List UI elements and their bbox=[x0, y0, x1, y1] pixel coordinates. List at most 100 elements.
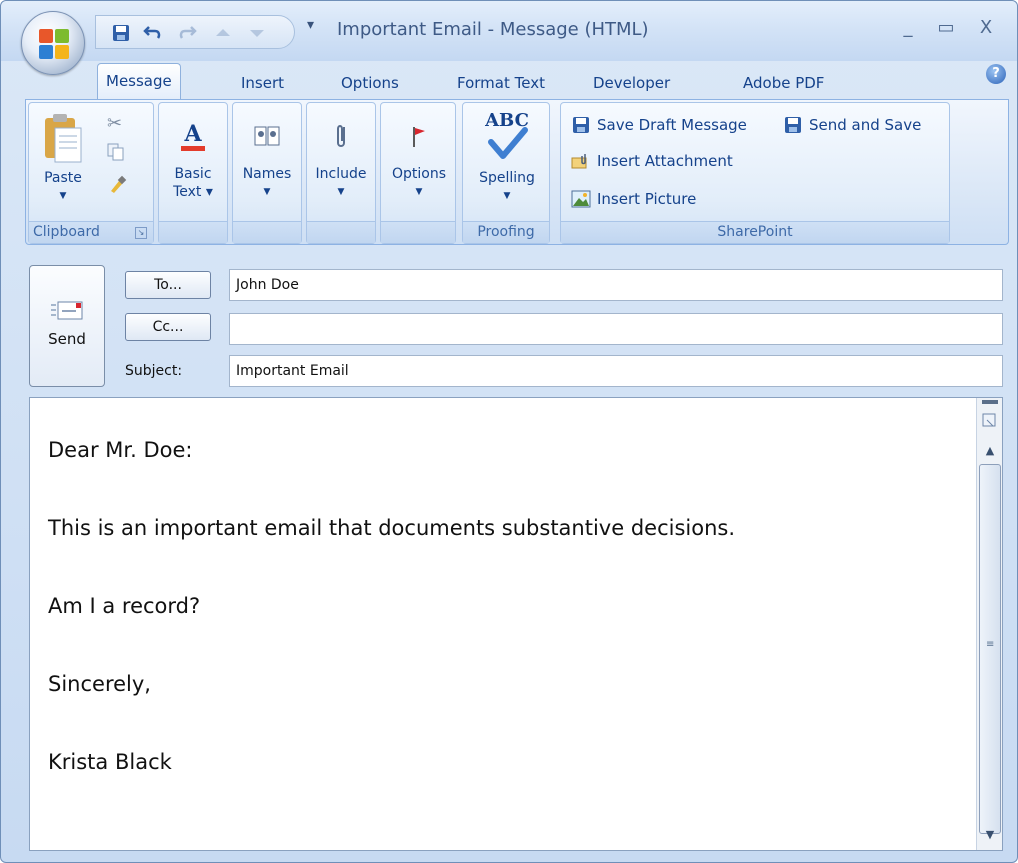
to-button[interactable]: To... bbox=[125, 271, 211, 299]
proofing-group-label: Proofing bbox=[463, 221, 549, 243]
names-group: Names ▼ bbox=[232, 102, 302, 244]
minimize-button[interactable]: _ bbox=[891, 13, 925, 43]
save-draft-label: Save Draft Message bbox=[597, 116, 747, 134]
send-and-save-label: Send and Save bbox=[809, 116, 922, 134]
include-group: Include ▼ bbox=[306, 102, 376, 244]
ribbon: Paste ▼ ✂ Clipboard ↘ A Basic Text ▾ Nam… bbox=[25, 99, 1009, 245]
body-paragraph-content: This is an important email that document… bbox=[48, 516, 736, 540]
scroll-up-arrow-icon[interactable]: ▲ bbox=[981, 442, 999, 460]
spelling-dropdown-icon[interactable]: ▼ bbox=[473, 187, 541, 205]
basic-text-label-1: Basic bbox=[174, 166, 212, 182]
customize-toolbar-icon[interactable]: ▾ bbox=[307, 17, 314, 33]
paste-icon bbox=[35, 111, 91, 165]
clipboard-launcher-icon[interactable]: ↘ bbox=[135, 227, 147, 239]
insert-attachment-button[interactable]: Insert Attachment bbox=[571, 151, 733, 171]
tab-adobe-pdf[interactable]: Adobe PDF bbox=[735, 67, 832, 99]
close-button[interactable]: X bbox=[969, 13, 1003, 43]
names-dropdown-icon[interactable]: ▼ bbox=[239, 183, 295, 201]
help-icon[interactable]: ? bbox=[986, 64, 1006, 84]
svg-text:A: A bbox=[183, 121, 202, 147]
body-paragraph-question: Am I a record? bbox=[48, 594, 201, 618]
send-button[interactable]: Send bbox=[29, 265, 105, 387]
tab-message[interactable]: Message bbox=[97, 63, 181, 99]
abc-glyph: ABC bbox=[484, 110, 529, 131]
cc-field[interactable] bbox=[229, 313, 1003, 345]
scroll-down-arrow-icon[interactable]: ▼ bbox=[981, 826, 999, 844]
office-button[interactable] bbox=[21, 11, 85, 75]
scrollbar-thumb[interactable]: ≡ bbox=[979, 464, 1001, 834]
tab-format-text[interactable]: Format Text bbox=[449, 67, 553, 99]
redo-icon[interactable] bbox=[176, 22, 198, 44]
names-button[interactable]: Names ▼ bbox=[239, 111, 295, 201]
font-color-icon: A bbox=[165, 111, 221, 161]
save-draft-message-button[interactable]: Save Draft Message bbox=[571, 115, 747, 135]
options-dropdown-icon[interactable]: ▼ bbox=[389, 183, 449, 201]
message-header: Send To... John Doe Cc... Subject: Impor… bbox=[25, 257, 1009, 393]
send-label: Send bbox=[48, 330, 86, 348]
tab-options[interactable]: Options bbox=[333, 67, 407, 99]
next-item-icon[interactable] bbox=[246, 22, 268, 44]
copy-icon[interactable] bbox=[107, 143, 125, 161]
options-group: Options ▼ bbox=[380, 102, 456, 244]
basic-text-group-label bbox=[159, 221, 227, 243]
format-painter-icon[interactable] bbox=[107, 175, 127, 195]
save-draft-icon bbox=[571, 115, 591, 135]
subject-label: Subject: bbox=[125, 363, 183, 379]
basic-text-button[interactable]: A Basic Text ▾ bbox=[165, 111, 221, 201]
cut-icon[interactable]: ✂ bbox=[107, 113, 122, 134]
body-paragraph-greeting: Dear Mr. Doe: bbox=[48, 438, 193, 462]
include-group-label bbox=[307, 221, 375, 243]
clipboard-group: Paste ▼ ✂ Clipboard ↘ bbox=[28, 102, 154, 244]
insert-picture-label: Insert Picture bbox=[597, 190, 697, 208]
spelling-button[interactable]: ABC Spelling ▼ bbox=[473, 107, 541, 205]
basic-text-label-2: Text ▾ bbox=[173, 184, 213, 200]
subject-field[interactable]: Important Email bbox=[229, 355, 1003, 387]
previous-item-icon[interactable] bbox=[212, 22, 234, 44]
undo-icon[interactable] bbox=[142, 22, 164, 44]
options-group-label bbox=[381, 221, 455, 243]
sharepoint-group: Save Draft Message Send and Save Insert … bbox=[560, 102, 950, 244]
to-field[interactable]: John Doe bbox=[229, 269, 1003, 301]
paste-label: Paste bbox=[44, 170, 82, 186]
insert-attachment-label: Insert Attachment bbox=[597, 152, 733, 170]
tab-developer[interactable]: Developer bbox=[585, 67, 678, 99]
maximize-button[interactable]: ▭ bbox=[929, 13, 963, 43]
body-paragraph-signature: Krista Black bbox=[48, 750, 172, 774]
insert-picture-icon bbox=[571, 189, 591, 209]
spelling-label: Spelling bbox=[479, 170, 535, 186]
flag-icon bbox=[389, 111, 449, 161]
paperclip-icon bbox=[313, 111, 369, 161]
cc-button[interactable]: Cc... bbox=[125, 313, 211, 341]
scrollbar-grip-icon: ≡ bbox=[986, 639, 995, 650]
sharepoint-group-label: SharePoint bbox=[561, 221, 949, 243]
include-dropdown-icon[interactable]: ▼ bbox=[313, 183, 369, 201]
send-and-save-button[interactable]: Send and Save bbox=[783, 115, 921, 135]
title-bar: ▾ Important Email - Message (HTML) _ ▭ X bbox=[1, 1, 1017, 61]
spelling-check-icon: ABC bbox=[473, 107, 541, 165]
vertical-scrollbar[interactable]: ▲ ≡ ▼ bbox=[976, 398, 1002, 850]
paste-dropdown-icon[interactable]: ▼ bbox=[35, 187, 91, 205]
tab-insert[interactable]: Insert bbox=[233, 67, 292, 99]
basic-text-group: A Basic Text ▾ bbox=[158, 102, 228, 244]
options-label: Options bbox=[391, 166, 447, 182]
quick-access-toolbar bbox=[95, 15, 295, 49]
names-group-label bbox=[233, 221, 301, 243]
proofing-group: ABC Spelling ▼ Proofing bbox=[462, 102, 550, 244]
message-body[interactable]: Dear Mr. Doe: This is an important email… bbox=[29, 397, 1003, 851]
outlook-message-window: ▾ Important Email - Message (HTML) _ ▭ X… bbox=[0, 0, 1018, 863]
office-logo-icon bbox=[39, 29, 69, 59]
body-paragraph-closing: Sincerely, bbox=[48, 672, 151, 696]
ruler-toggle-icon[interactable] bbox=[981, 412, 999, 430]
options-button[interactable]: Options ▼ bbox=[389, 111, 449, 201]
insert-attachment-icon bbox=[571, 151, 591, 171]
address-book-icon bbox=[239, 111, 295, 161]
send-envelope-icon bbox=[30, 300, 104, 322]
save-icon[interactable] bbox=[110, 22, 132, 44]
include-button[interactable]: Include ▼ bbox=[313, 111, 369, 201]
ribbon-tabs: Message Insert Options Format Text Devel… bbox=[1, 59, 1017, 99]
names-label: Names bbox=[242, 166, 292, 182]
paste-button[interactable]: Paste ▼ bbox=[35, 111, 91, 205]
insert-picture-button[interactable]: Insert Picture bbox=[571, 189, 696, 209]
split-handle-icon[interactable] bbox=[982, 400, 998, 404]
send-and-save-icon bbox=[783, 115, 803, 135]
